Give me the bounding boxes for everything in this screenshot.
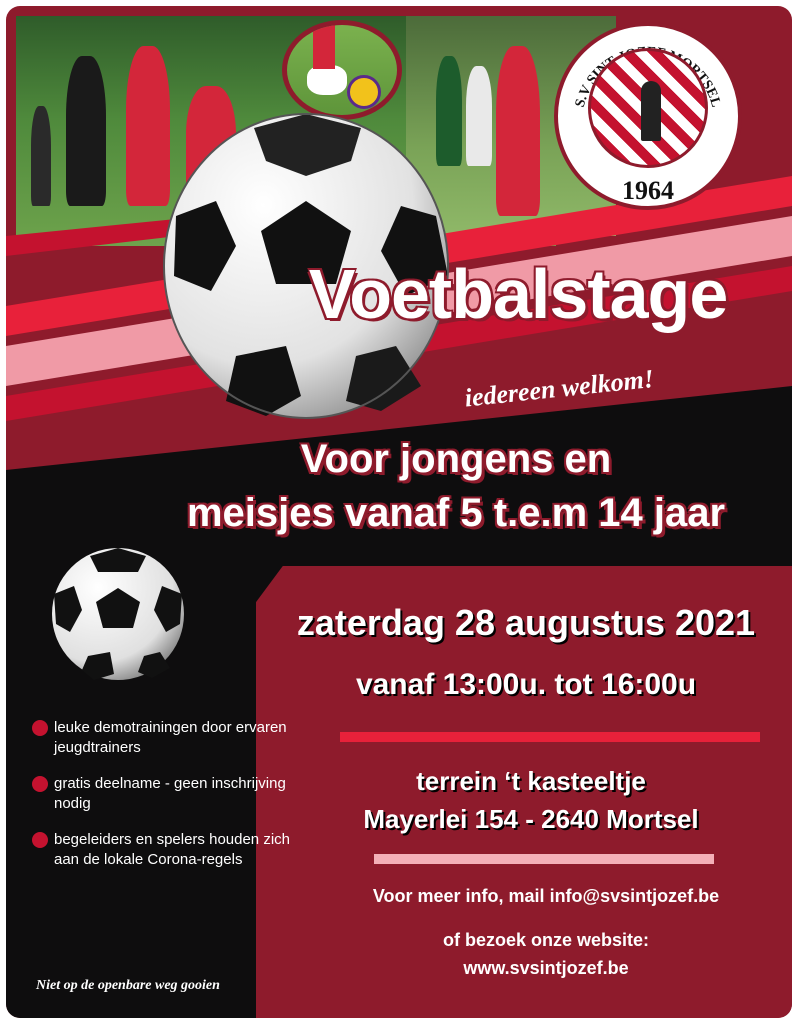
event-venue: terrein ‘t kasteeltje Mayerlei 154 - 264… [296, 762, 766, 838]
target-audience: Voor jongens en meisjes vanaf 5 t.e.m 14… [136, 432, 776, 540]
event-time: vanaf 13:00u. tot 16:00u [355, 668, 697, 701]
logo-striped-shield [588, 48, 708, 168]
list-item-text: gratis deelname - geen inschrijving nodi… [54, 775, 286, 812]
bullet-dot-icon [32, 720, 48, 736]
list-item: begeleiders en spelers houden zich aan d… [30, 830, 300, 870]
venue-name: terrein ‘t kasteeltje [416, 766, 646, 796]
target-line-2: meisjes vanaf 5 t.e.m 14 jaar [186, 491, 726, 535]
bullet-dot-icon [32, 832, 48, 848]
bullet-dot-icon [32, 776, 48, 792]
contact-mail[interactable]: Voor meer info, mail info@svsintjozef.be [306, 882, 786, 910]
divider-red [340, 732, 760, 742]
saint-figure-icon [641, 81, 661, 141]
event-date: zaterdag 28 augustus 2021 [296, 602, 756, 643]
list-item: leuke demotrainingen door ervaren jeugdt… [30, 718, 300, 758]
list-item: gratis deelname - geen inschrijving nodi… [30, 774, 300, 814]
target-line-1: Voor jongens en [300, 437, 612, 481]
kicking-ball-inset-photo [282, 20, 402, 120]
logo-year: 1964 [622, 176, 674, 205]
list-item-text: begeleiders en spelers houden zich aan d… [54, 831, 290, 868]
list-item-text: leuke demotrainingen door ervaren jeugdt… [54, 719, 287, 756]
contact-website-intro: of bezoek onze website: [442, 930, 650, 950]
contact-info: Voor meer info, mail info@svsintjozef.be… [306, 882, 786, 982]
feature-list: leuke demotrainingen door ervaren jeugdt… [30, 718, 300, 886]
football-small-icon [52, 548, 184, 680]
flyer: S.V SINT-JOZEF MORTSEL 1964 Voetbalstage… [6, 6, 792, 1018]
contact-website-link[interactable]: www.svsintjozef.be [306, 954, 786, 982]
divider-pink [374, 854, 714, 864]
venue-address: Mayerlei 154 - 2640 Mortsel [363, 804, 699, 834]
footer-note: Niet op de openbare weg gooien [36, 978, 220, 993]
poster-title: Voetbalstage [308, 255, 729, 333]
club-crest-icon: S.V SINT-JOZEF MORTSEL 1964 [554, 22, 742, 210]
